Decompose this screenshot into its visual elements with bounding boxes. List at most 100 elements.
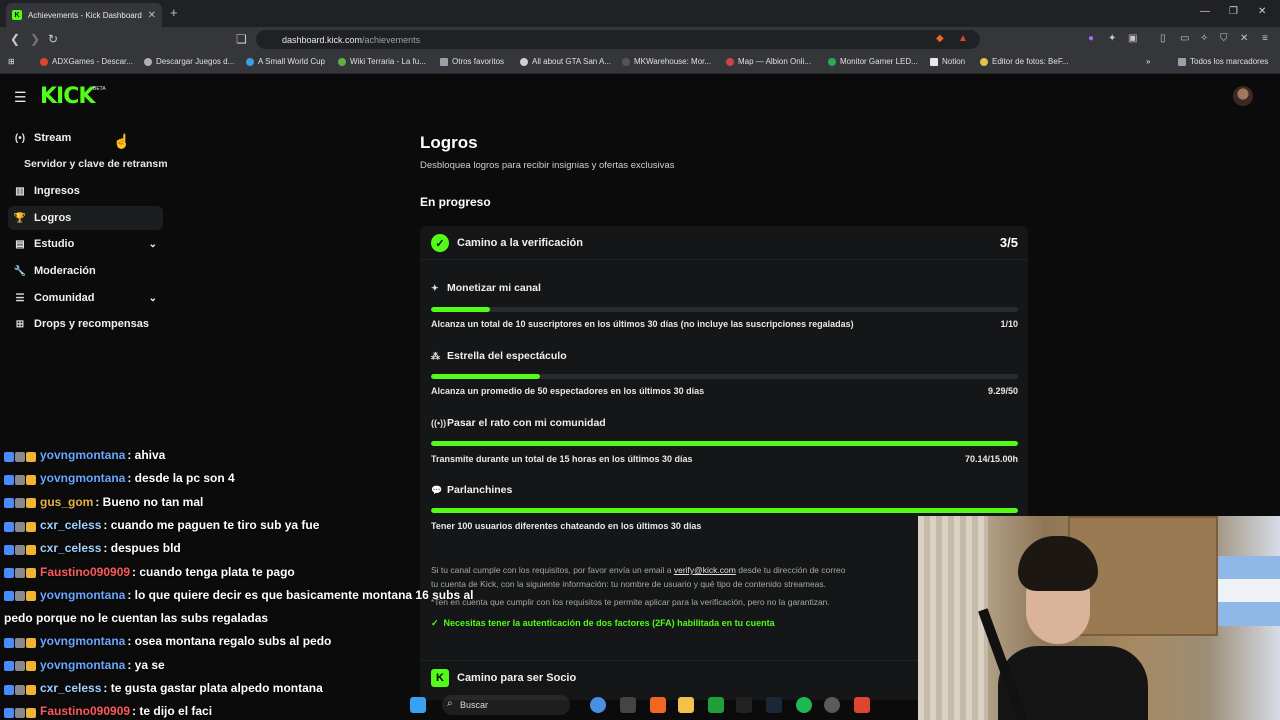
verify-email-link[interactable]: verify@kick.com xyxy=(674,565,736,575)
menu-icon[interactable]: ≡ xyxy=(1262,33,1268,44)
chat-message: yovngmontana: lo que quiere decir es que… xyxy=(4,588,473,602)
broadcast-icon: ((•)) xyxy=(431,418,447,428)
reload-icon[interactable]: ↻ xyxy=(48,32,58,46)
back-icon[interactable]: ❮ xyxy=(10,32,20,46)
bookmark-page-icon[interactable]: ❏ xyxy=(236,32,247,46)
xbox-icon[interactable] xyxy=(708,697,724,713)
chat-message: yovngmontana: osea montana regalo subs a… xyxy=(4,634,331,648)
chat-badge-icon xyxy=(4,638,14,649)
chat-username[interactable]: yovngmontana xyxy=(40,448,125,462)
bookmark-icon xyxy=(828,57,836,66)
chat-text: : despues bld xyxy=(103,541,181,556)
chat-username[interactable]: cxr_celess xyxy=(40,541,101,555)
bookmark-folder[interactable]: Otros favoritos xyxy=(440,57,504,66)
screenshot-icon[interactable]: ▣ xyxy=(1128,33,1137,44)
obs-icon[interactable] xyxy=(824,697,840,713)
sidebar-item-estudio[interactable]: ▤ Estudio ⌄ xyxy=(8,232,163,256)
browser-tab-strip: K Achievements - Kick Dashboard ✕ + — ❐ … xyxy=(0,0,1280,27)
sidebar-subitem-server-key[interactable]: Servidor y clave de retransm xyxy=(24,158,168,170)
chat-badges xyxy=(4,637,37,649)
bookmark-item[interactable]: Map — Albion Onli... xyxy=(726,57,811,66)
chat-badge-icon xyxy=(26,544,36,555)
bookmark-item[interactable]: A Small World Cup xyxy=(246,57,325,66)
folder-icon[interactable] xyxy=(678,697,694,713)
chat-username[interactable]: yovngmontana xyxy=(40,634,125,648)
sidebar-item-logros[interactable]: 🏆 Logros xyxy=(8,206,163,230)
brave-window-icon[interactable] xyxy=(854,697,870,713)
folder-icon xyxy=(440,57,448,66)
chat-username[interactable]: yovngmontana xyxy=(40,658,125,672)
more-bookmarks-icon[interactable]: » xyxy=(1146,57,1150,66)
bookmark-item[interactable]: Descargar Juegos d... xyxy=(144,57,234,66)
chat-username[interactable]: cxr_celess xyxy=(40,681,101,695)
bookmark-item[interactable]: All about GTA San A... xyxy=(520,57,611,66)
maximize-icon[interactable]: ❐ xyxy=(1229,6,1238,17)
webcam-overlay xyxy=(918,516,1280,720)
puzzle-icon[interactable]: ✦ xyxy=(1108,33,1116,44)
task-title: 💬 Parlanchines xyxy=(431,484,513,496)
chat-username[interactable]: cxr_celess xyxy=(40,518,101,532)
forward-icon[interactable]: ❯ xyxy=(30,32,40,46)
chat-badge-icon xyxy=(4,451,14,462)
apps-icon[interactable]: ⊞ xyxy=(8,57,15,66)
task-description: Alcanza un total de 10 suscriptores en l… xyxy=(431,319,854,329)
taskbar-search[interactable]: ⌕ Buscar xyxy=(442,695,570,715)
chat-badge-icon xyxy=(4,661,14,672)
extension-icon[interactable]: ● xyxy=(1088,33,1094,44)
chevron-down-icon[interactable]: ⌄ xyxy=(149,239,157,250)
bookmark-item[interactable]: Notion xyxy=(930,57,965,66)
brave-shield-icon[interactable]: ◆ xyxy=(936,33,944,44)
url-path: /achievements xyxy=(362,34,421,45)
bookmark-item[interactable]: ADXGames - Descar... xyxy=(40,57,133,66)
brave-icon[interactable] xyxy=(650,697,666,713)
hamburger-menu-icon[interactable]: ☰ xyxy=(14,89,27,106)
tab-achievements[interactable]: K Achievements - Kick Dashboard ✕ xyxy=(6,3,162,27)
brave-rewards-icon[interactable]: ▲ xyxy=(958,33,968,44)
app-icon[interactable] xyxy=(736,697,752,713)
chat-username[interactable]: yovngmontana xyxy=(40,471,125,485)
bookmark-item[interactable]: Editor de fotos: BeF... xyxy=(980,57,1068,66)
sidebar-item-comunidad[interactable]: ☰ Comunidad ⌄ xyxy=(8,286,163,310)
chevron-down-icon[interactable]: ⌄ xyxy=(149,293,157,304)
address-bar[interactable]: dashboard.kick.com/achievements xyxy=(256,30,980,49)
chart-icon: ▥ xyxy=(15,185,25,197)
spotify-icon[interactable] xyxy=(796,697,812,713)
bookmark-item[interactable]: Monitor Gamer LED... xyxy=(828,57,918,66)
search-icon: ⌕ xyxy=(447,698,453,709)
leo-icon[interactable]: ✧ xyxy=(1200,33,1208,44)
wallet-icon[interactable]: ▭ xyxy=(1180,33,1189,44)
bookmark-item[interactable]: Wiki Terraria - La fu... xyxy=(338,57,426,66)
chat-badge-icon xyxy=(15,661,25,672)
sidebar-item-ingresos[interactable]: ▥ Ingresos xyxy=(8,179,163,203)
bookmark-icon xyxy=(726,57,734,66)
minimize-icon[interactable]: — xyxy=(1200,6,1210,17)
tab-close-icon[interactable]: ✕ xyxy=(148,10,156,21)
steam-icon[interactable] xyxy=(766,697,782,713)
new-tab-button[interactable]: + xyxy=(170,5,178,20)
window-close-icon[interactable]: ✕ xyxy=(1258,6,1266,17)
sidebar-item-drops[interactable]: ⊞ Drops y recompensas xyxy=(8,312,163,336)
verification-note-2: tu cuenta de Kick, con la siguiente info… xyxy=(431,579,827,589)
kick-logo[interactable]: KICK xyxy=(40,84,95,109)
all-bookmarks-folder[interactable]: Todos los marcadores xyxy=(1178,57,1268,66)
chat-username[interactable]: yovngmontana xyxy=(40,588,125,602)
close-extension-icon[interactable]: ✕ xyxy=(1240,33,1248,44)
windows-start-icon[interactable] xyxy=(410,697,426,713)
sidebar-item-stream[interactable]: (•) Stream xyxy=(8,126,163,150)
sidebar-icon[interactable]: ▯ xyxy=(1160,33,1166,44)
chat-username[interactable]: Faustino090909 xyxy=(40,565,130,579)
sidebar-item-label: Drops y recompensas xyxy=(34,318,149,330)
vpn-icon[interactable]: ⛉ xyxy=(1220,33,1228,44)
copilot-icon[interactable] xyxy=(590,697,606,713)
user-avatar[interactable] xyxy=(1233,86,1253,106)
sidebar-item-moderacion[interactable]: 🔧 Moderación xyxy=(8,259,163,283)
chat-username[interactable]: Faustino090909 xyxy=(40,704,130,718)
chat-username[interactable]: gus_gom xyxy=(40,495,93,509)
app-icon[interactable] xyxy=(620,697,636,713)
bookmark-icon xyxy=(338,57,346,66)
chat-badge-icon xyxy=(26,498,36,509)
trophy-icon: 🏆 xyxy=(13,212,27,224)
task-value: 70.14/15.00h xyxy=(964,454,1018,464)
bookmark-item[interactable]: MKWarehouse: Mor... xyxy=(622,57,711,66)
chat-badge-icon xyxy=(26,684,36,695)
